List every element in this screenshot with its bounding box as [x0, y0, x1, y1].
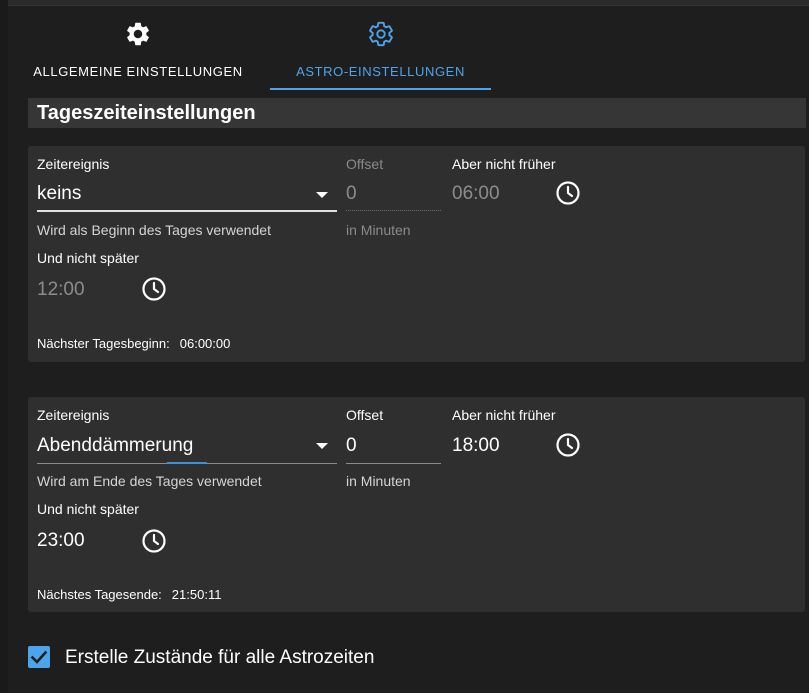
not-before-time-input[interactable]: 06:00	[452, 174, 547, 212]
gear-outline-icon	[367, 20, 395, 56]
gear-icon	[124, 20, 152, 56]
event-label: Zeitereignis	[37, 156, 110, 172]
event-select[interactable]: keins	[37, 174, 337, 212]
not-after-time-value: 23:00	[37, 530, 85, 551]
clock-icon[interactable]	[555, 432, 581, 458]
event-select-underline	[37, 210, 337, 212]
offset-hint: in Minuten	[346, 222, 411, 238]
next-day-end-value: 21:50:11	[171, 587, 222, 602]
not-before-time-input[interactable]: 18:00	[452, 425, 547, 463]
tab-general-label: Allgemeine Einstellungen	[33, 64, 243, 79]
not-after-label: Und nicht später	[37, 250, 139, 266]
clock-icon[interactable]	[555, 180, 581, 206]
clock-icon[interactable]	[141, 528, 167, 554]
not-before-label: Aber nicht früher	[452, 407, 556, 423]
next-day-end-label: Nächstes Tagesende:	[37, 587, 162, 602]
not-after-time-input[interactable]: 23:00	[37, 519, 132, 557]
focus-ripple	[167, 462, 207, 464]
offset-label: Offset	[346, 156, 384, 172]
tab-astro-label: Astro-Einstellungen	[296, 64, 465, 79]
event-hint: Wird am Ende des Tages verwendet	[37, 473, 262, 489]
not-before-label: Aber nicht früher	[452, 156, 556, 172]
left-edge	[0, 0, 8, 693]
offset-label: Offset	[346, 407, 384, 423]
offset-input-value: 0	[346, 183, 357, 204]
not-before-time-value: 18:00	[452, 435, 500, 456]
event-select-value: Abenddämmerung	[37, 435, 194, 456]
not-after-label: Und nicht später	[37, 501, 139, 517]
checkmark-icon	[30, 650, 48, 664]
next-day-start: Nächster Tagesbeginn: 06:00:00	[37, 336, 230, 351]
next-day-start-value: 06:00:00	[179, 336, 231, 351]
tab-general-settings[interactable]: Allgemeine Einstellungen	[18, 10, 258, 90]
dropdown-caret-icon	[316, 192, 328, 198]
tab-astro-settings[interactable]: Astro-Einstellungen	[270, 10, 491, 90]
offset-input-value: 0	[346, 435, 357, 456]
not-after-time-value: 12:00	[37, 279, 85, 300]
offset-hint: in Minuten	[346, 473, 411, 489]
offset-input-underline	[346, 210, 441, 211]
offset-input[interactable]: 0	[346, 425, 441, 463]
astro-states-label[interactable]: Erstelle Zustände für alle Astrozeiten	[65, 647, 374, 669]
section-title: Tageszeiteinstellungen	[37, 102, 256, 124]
day-start-card: Zeitereignis keins Wird als Beginn des T…	[28, 146, 805, 362]
event-select-value: keins	[37, 183, 82, 204]
clock-icon[interactable]	[141, 276, 167, 302]
event-hint: Wird als Beginn des Tages verwendet	[37, 222, 271, 238]
next-day-end: Nächstes Tagesende: 21:50:11	[37, 587, 221, 602]
section-header: Tageszeiteinstellungen	[28, 98, 806, 128]
dropdown-caret-icon	[316, 443, 328, 449]
top-toolbar-strip	[0, 0, 809, 6]
day-end-card: Zeitereignis Abenddämmerung Wird am Ende…	[28, 397, 805, 612]
event-select[interactable]: Abenddämmerung	[37, 425, 337, 463]
offset-input-underline	[346, 463, 441, 464]
next-day-start-label: Nächster Tagesbeginn:	[37, 336, 170, 351]
astro-states-checkbox[interactable]	[28, 646, 50, 668]
active-tab-indicator	[270, 88, 491, 90]
offset-input[interactable]: 0	[346, 174, 441, 212]
not-after-time-input[interactable]: 12:00	[37, 268, 132, 306]
event-label: Zeitereignis	[37, 407, 110, 423]
not-before-time-value: 06:00	[452, 183, 500, 204]
